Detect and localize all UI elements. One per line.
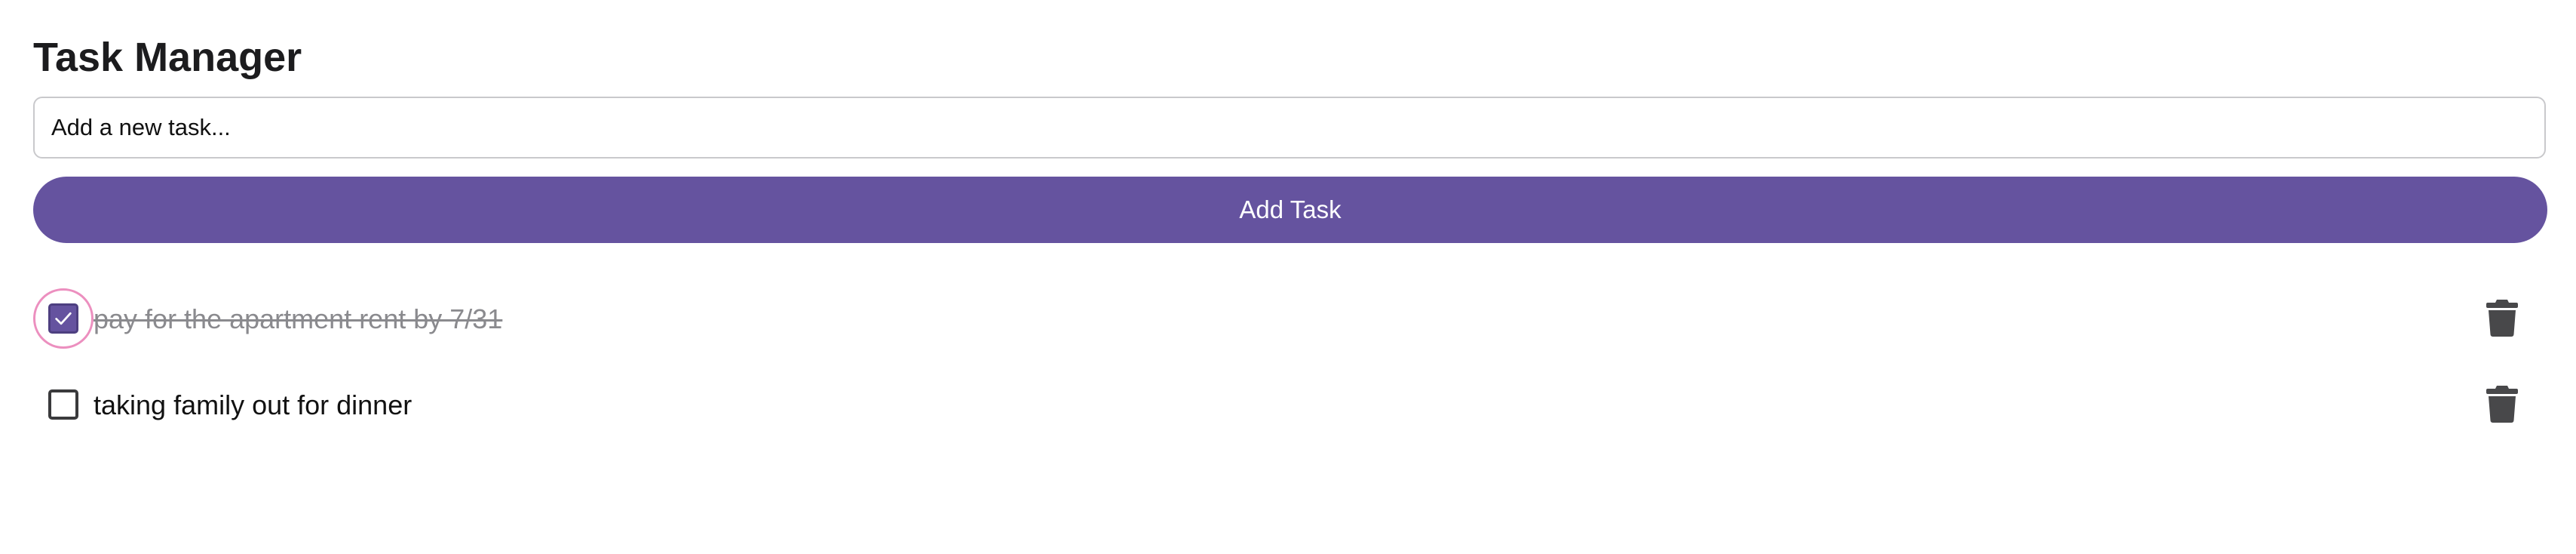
trash-icon (2486, 386, 2518, 423)
task-checkbox[interactable] (48, 303, 78, 334)
add-task-button[interactable]: Add Task (33, 177, 2547, 243)
delete-task-button[interactable] (2486, 384, 2519, 423)
task-manager-app: Task Manager Add Task pay for the apartm… (0, 0, 2576, 554)
task-text: taking family out for dinner (94, 389, 412, 420)
delete-task-button[interactable] (2486, 298, 2519, 337)
task-item: pay for the apartment rent by 7/31 (0, 282, 2576, 357)
checkmark-icon (55, 312, 72, 325)
task-item: taking family out for dinner (0, 368, 2576, 443)
task-checkbox[interactable] (48, 389, 78, 420)
task-text: pay for the apartment rent by 7/31 (94, 303, 503, 334)
page-title: Task Manager (33, 35, 302, 80)
trash-icon (2486, 300, 2518, 337)
new-task-input[interactable] (33, 97, 2546, 159)
